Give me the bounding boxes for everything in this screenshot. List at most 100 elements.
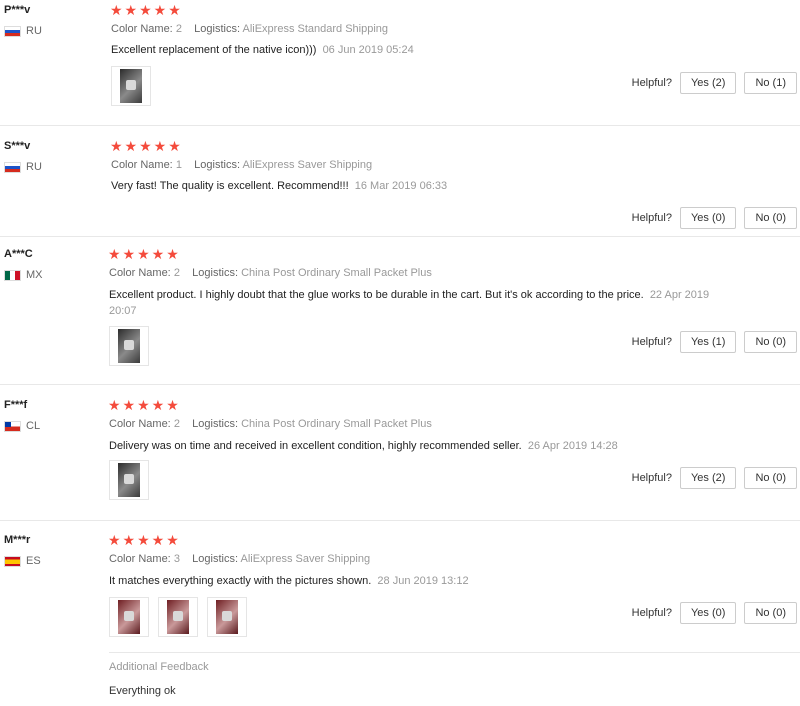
feedback-date: 16 Mar 2019 06:33: [354, 180, 448, 192]
review-photo-thumbnail[interactable]: [109, 326, 149, 366]
logistics-value: AliExpress Standard Shipping: [242, 23, 389, 35]
flag-russia-icon: [4, 161, 21, 173]
color-name-value: 2: [173, 267, 180, 279]
country-code: ES: [26, 555, 41, 567]
reviewer-country: CL: [4, 420, 40, 432]
color-name-label: Color Name:: [109, 267, 171, 279]
logistics-value: AliExpress Saver Shipping: [242, 159, 373, 171]
helpful-label: Helpful?: [631, 607, 672, 619]
flag-mexico-icon: [4, 269, 21, 281]
star-rating: ★★★★★: [108, 397, 181, 413]
helpful-no-button[interactable]: No (1): [744, 72, 797, 94]
additional-feedback-separator: [109, 652, 800, 653]
logistics-label: Logistics:: [194, 159, 241, 171]
flag-russia-icon: [4, 25, 21, 37]
logistics-value: AliExpress Saver Shipping: [240, 553, 371, 565]
logistics-value: China Post Ordinary Small Packet Plus: [241, 418, 432, 430]
review-meta: Color Name: 2 Logistics: China Post Ordi…: [109, 267, 432, 279]
color-name-value: 2: [175, 23, 182, 35]
feedback-body: Excellent product. I highly doubt that t…: [109, 289, 644, 301]
reviewer-name: P***v: [4, 4, 31, 16]
reviewer-country: RU: [4, 25, 42, 37]
additional-feedback-text: Everything ok: [109, 685, 176, 697]
star-rating: ★★★★★: [110, 2, 183, 18]
helpful-votes: Helpful? Yes (2) No (0): [632, 467, 797, 489]
country-code: CL: [26, 420, 41, 432]
helpful-label: Helpful?: [631, 212, 672, 224]
review-photos: [109, 597, 247, 637]
review-photo-thumbnail[interactable]: [109, 460, 149, 500]
helpful-no-button[interactable]: No (0): [744, 467, 797, 489]
photo-image: [167, 600, 189, 634]
review-meta: Color Name: 2 Logistics: China Post Ordi…: [109, 418, 432, 430]
helpful-no-button[interactable]: No (0): [744, 602, 797, 624]
feedback-body: Very fast! The quality is excellent. Rec…: [111, 180, 349, 192]
reviewer-name: M***r: [4, 534, 31, 546]
reviewer-country: RU: [4, 161, 42, 173]
helpful-no-button[interactable]: No (0): [744, 207, 797, 229]
feedback-text: Delivery was on time and received in exc…: [109, 438, 729, 454]
feedback-date: 26 Apr 2019 14:28: [527, 440, 618, 452]
feedback-text: Excellent replacement of the native icon…: [111, 42, 671, 58]
review-meta: Color Name: 2 Logistics: AliExpress Stan…: [111, 23, 388, 35]
helpful-votes: Helpful? Yes (0) No (0): [632, 207, 797, 229]
feedback-body: Excellent replacement of the native icon…: [111, 44, 317, 56]
feedback-date: 28 Jun 2019 13:12: [377, 575, 469, 587]
reviewer-country: ES: [4, 555, 41, 567]
feedback-body: Delivery was on time and received in exc…: [109, 440, 522, 452]
color-name-value: 1: [175, 159, 182, 171]
flag-spain-icon: [4, 555, 21, 567]
logistics-label: Logistics:: [192, 418, 239, 430]
color-name-label: Color Name:: [109, 418, 171, 430]
star-rating: ★★★★★: [108, 246, 181, 262]
reviewer-name: A***C: [4, 248, 33, 260]
reviewer-name: S***v: [4, 140, 31, 152]
color-name-value: 3: [173, 553, 180, 565]
helpful-label: Helpful?: [631, 472, 672, 484]
feedback-date: 06 Jun 2019 05:24: [322, 44, 414, 56]
additional-feedback-title: Additional Feedback: [109, 661, 209, 673]
flag-chile-icon: [4, 420, 21, 432]
review-meta: Color Name: 1 Logistics: AliExpress Save…: [111, 159, 372, 171]
star-rating: ★★★★★: [110, 138, 183, 154]
color-name-label: Color Name:: [109, 553, 171, 565]
photo-image: [118, 463, 140, 497]
country-code: MX: [26, 269, 43, 281]
color-name-label: Color Name:: [111, 159, 173, 171]
review-separator: [0, 520, 800, 521]
review-separator: [0, 125, 800, 126]
country-code: RU: [26, 25, 42, 37]
feedback-text: Excellent product. I highly doubt that t…: [109, 287, 739, 319]
photo-image: [118, 329, 140, 363]
helpful-yes-button[interactable]: Yes (0): [679, 602, 737, 624]
logistics-value: China Post Ordinary Small Packet Plus: [241, 267, 432, 279]
logistics-label: Logistics:: [194, 23, 241, 35]
helpful-yes-button[interactable]: Yes (0): [679, 207, 737, 229]
helpful-votes: Helpful? Yes (2) No (1): [632, 72, 797, 94]
color-name-label: Color Name:: [111, 23, 173, 35]
feedback-text: It matches everything exactly with the p…: [109, 573, 729, 589]
country-code: RU: [26, 161, 42, 173]
color-name-value: 2: [173, 418, 180, 430]
logistics-label: Logistics:: [192, 553, 239, 565]
helpful-label: Helpful?: [631, 336, 672, 348]
helpful-votes: Helpful? Yes (1) No (0): [632, 331, 797, 353]
star-rating: ★★★★★: [108, 532, 181, 548]
helpful-no-button[interactable]: No (0): [744, 331, 797, 353]
review-photo-thumbnail[interactable]: [111, 66, 151, 106]
helpful-yes-button[interactable]: Yes (1): [679, 331, 737, 353]
review-photo-thumbnail[interactable]: [158, 597, 198, 637]
review-meta: Color Name: 3 Logistics: AliExpress Save…: [109, 553, 370, 565]
review-photos: [111, 66, 151, 106]
logistics-label: Logistics:: [192, 267, 239, 279]
review-photos: [109, 326, 149, 366]
review-photo-thumbnail[interactable]: [109, 597, 149, 637]
helpful-yes-button[interactable]: Yes (2): [679, 467, 737, 489]
feedback-text: Very fast! The quality is excellent. Rec…: [111, 178, 671, 194]
review-separator: [0, 236, 800, 237]
feedback-body: It matches everything exactly with the p…: [109, 575, 372, 587]
photo-image: [118, 600, 140, 634]
helpful-votes: Helpful? Yes (0) No (0): [632, 602, 797, 624]
review-photo-thumbnail[interactable]: [207, 597, 247, 637]
helpful-yes-button[interactable]: Yes (2): [679, 72, 737, 94]
